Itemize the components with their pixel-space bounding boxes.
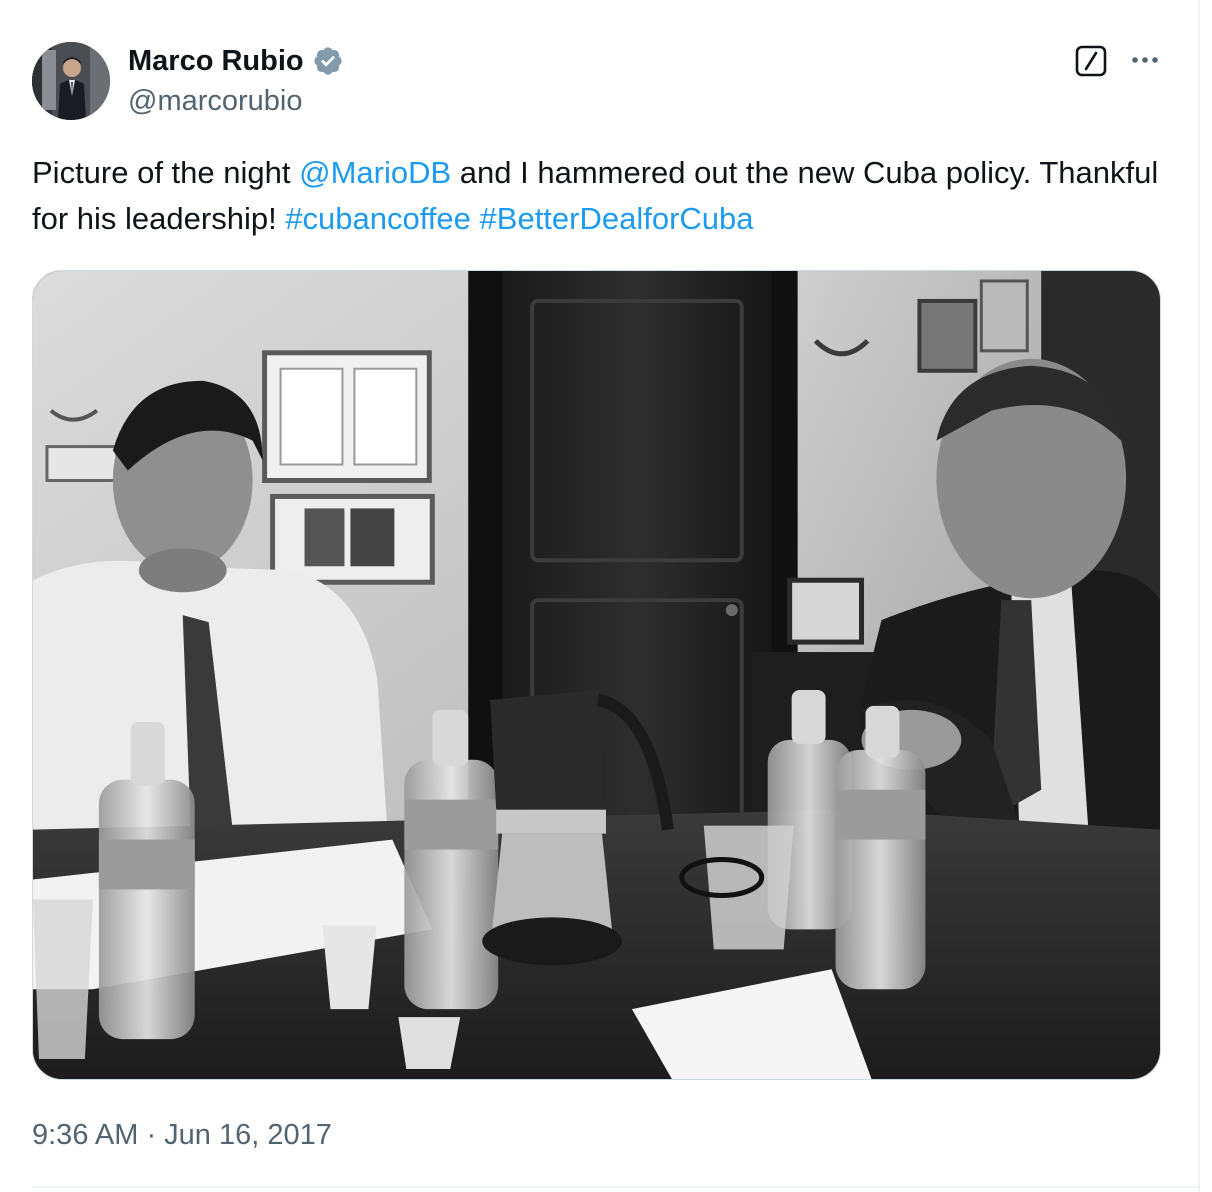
author-display-name[interactable]: Marco Rubio bbox=[128, 44, 304, 78]
meeting-photo bbox=[33, 271, 1160, 1079]
tweet-text-space bbox=[471, 201, 480, 236]
author-name-row: Marco Rubio bbox=[128, 44, 344, 78]
avatar-photo bbox=[32, 42, 110, 120]
tweet-timestamp[interactable]: 9:36 AM · Jun 16, 2017 bbox=[32, 1117, 332, 1153]
tweet-card: Marco Rubio @marcorubio Picture of the n… bbox=[0, 0, 1200, 1192]
tweet-photo[interactable] bbox=[32, 270, 1161, 1080]
mention-link[interactable]: @MarioDB bbox=[299, 155, 451, 190]
author-handle[interactable]: @marcorubio bbox=[128, 84, 303, 118]
tweet-text-part-1: Picture of the night bbox=[32, 155, 300, 190]
hashtag-link-betterdealforcuba[interactable]: #BetterDealforCuba bbox=[480, 201, 754, 236]
hashtag-link-cubancoffee[interactable]: #cubancoffee bbox=[285, 201, 471, 236]
verified-badge-icon[interactable] bbox=[312, 45, 344, 77]
tweet-text: Picture of the night @MarioDB and I hamm… bbox=[32, 150, 1182, 242]
grok-icon[interactable] bbox=[1073, 43, 1109, 79]
author-avatar[interactable] bbox=[32, 42, 110, 120]
divider bbox=[32, 1186, 1200, 1188]
more-options-icon[interactable] bbox=[1128, 46, 1162, 74]
